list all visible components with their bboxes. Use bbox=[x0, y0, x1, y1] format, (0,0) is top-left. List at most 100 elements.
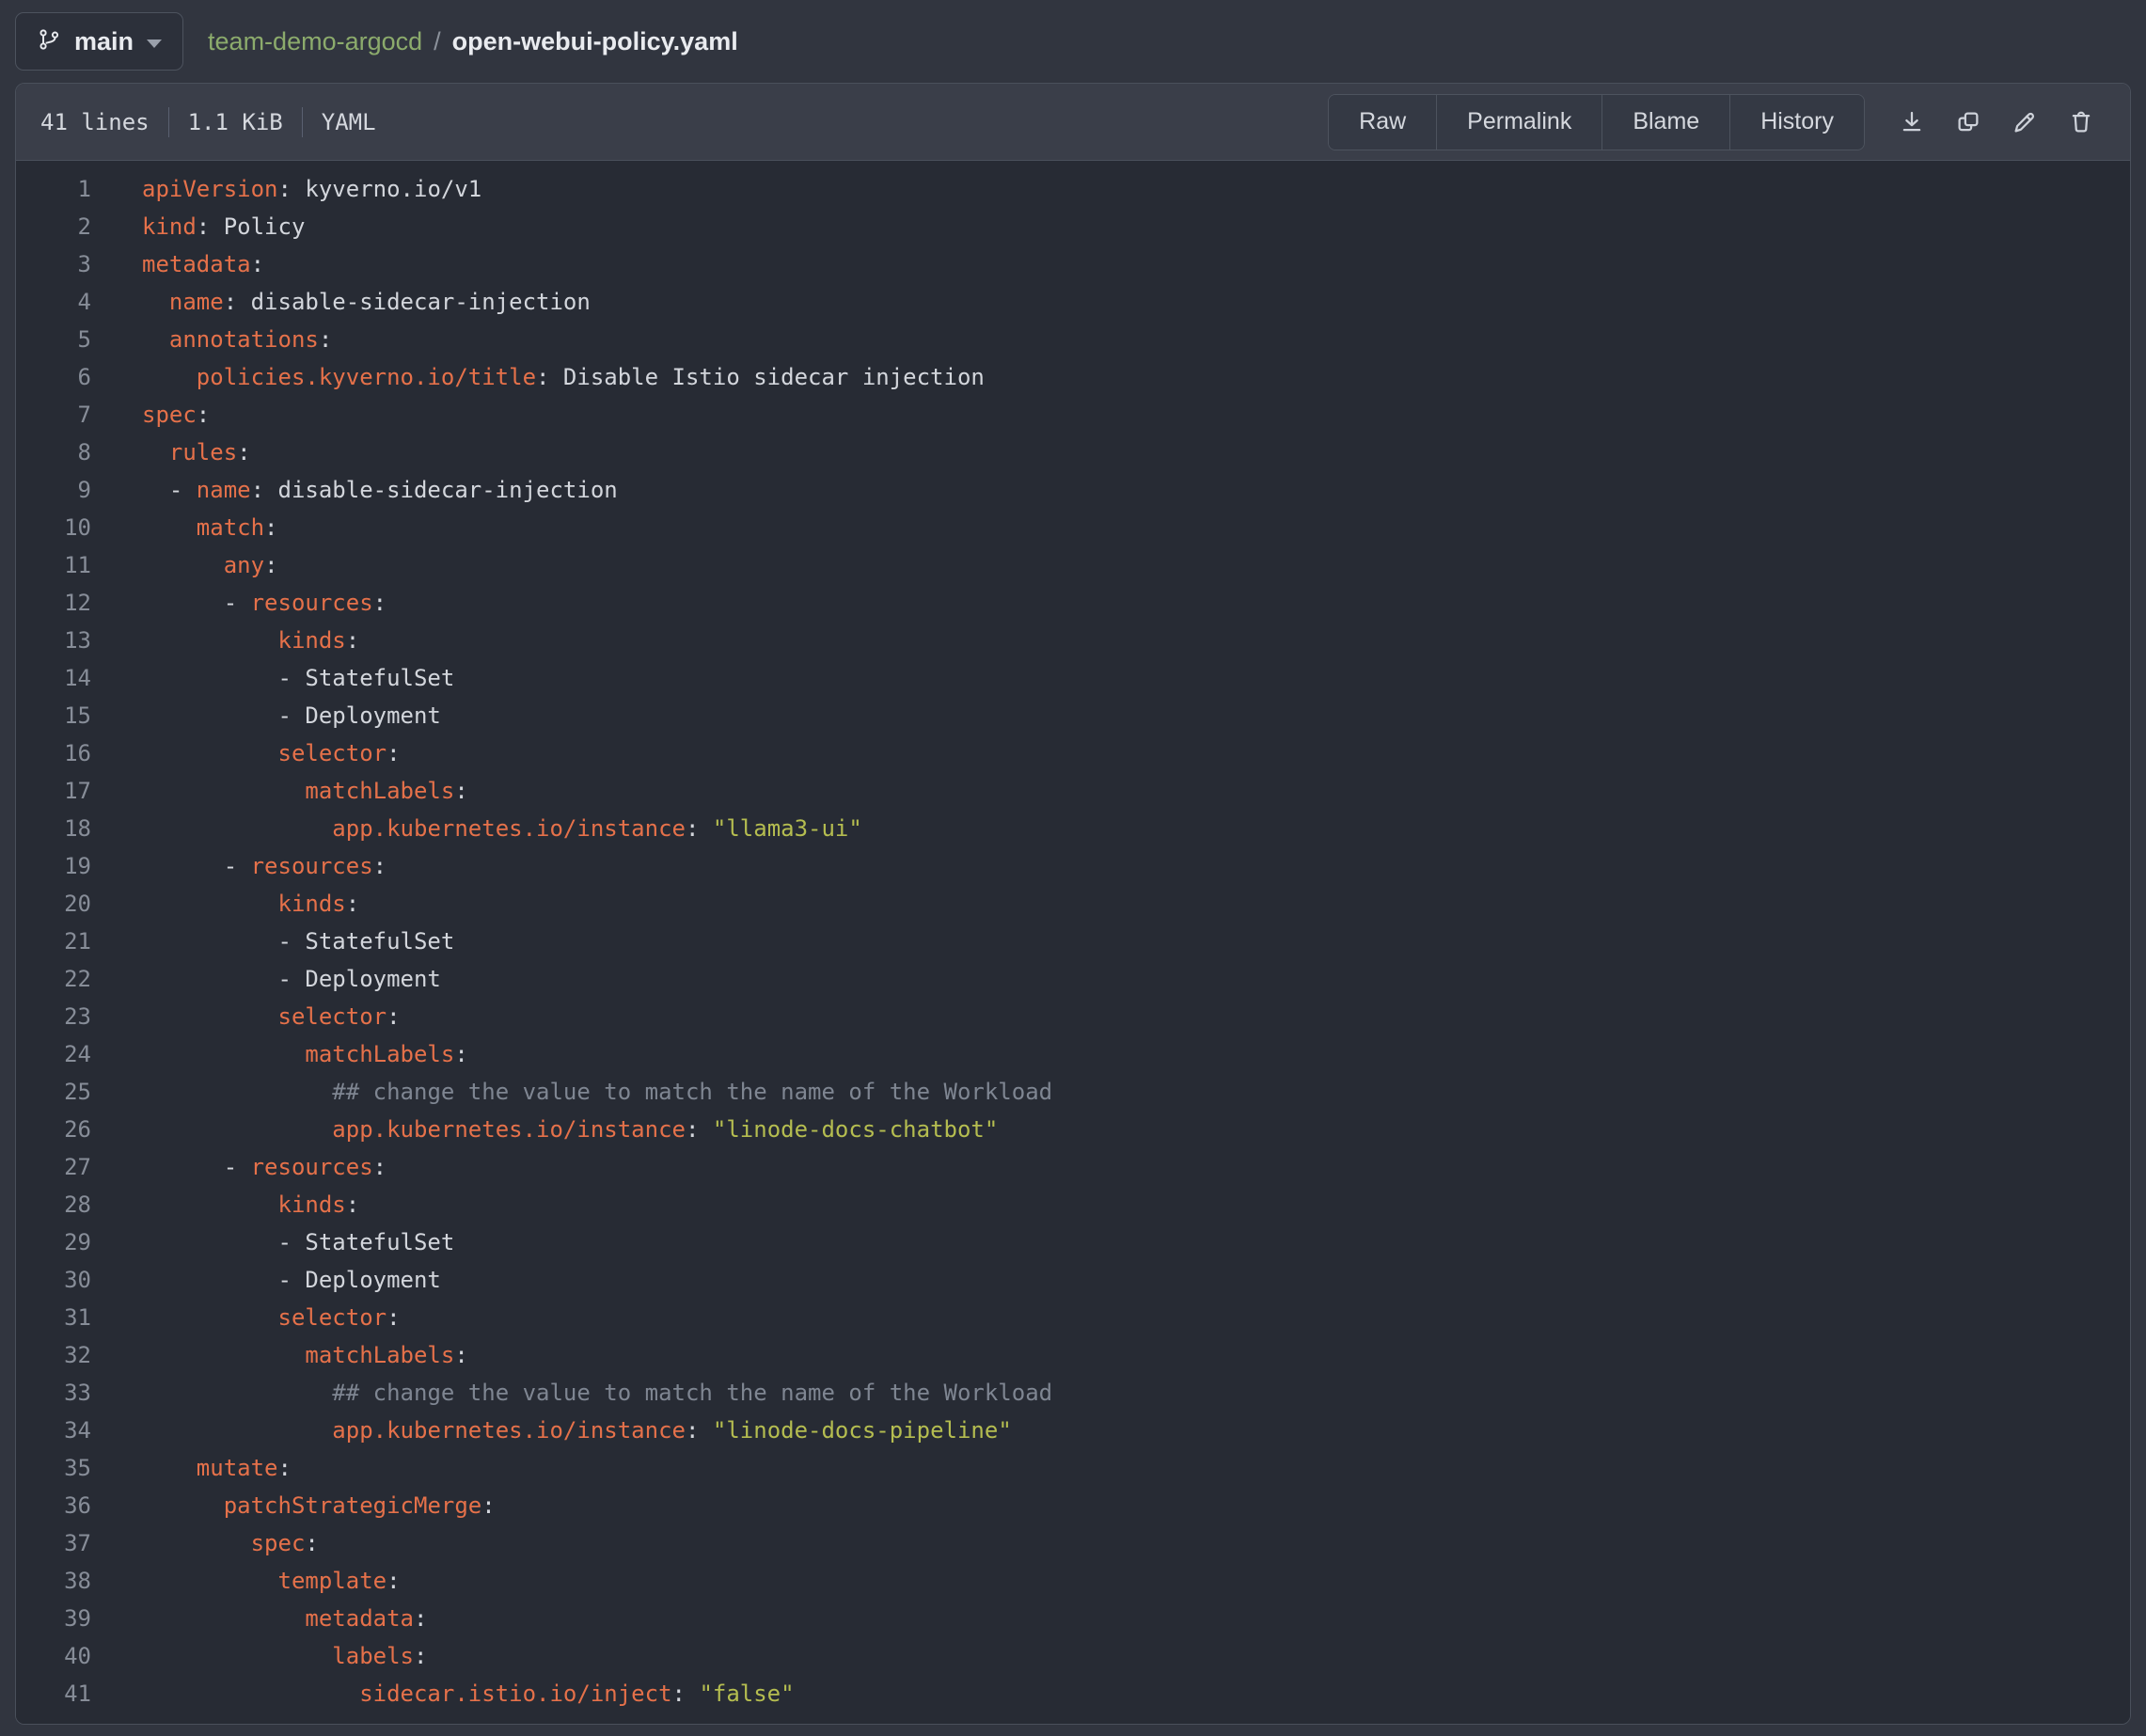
code-line: 11 any: bbox=[16, 546, 2130, 584]
line-number[interactable]: 11 bbox=[16, 546, 91, 584]
line-content: - Deployment bbox=[142, 697, 441, 734]
code-line: 7 spec: bbox=[16, 396, 2130, 434]
line-number[interactable]: 19 bbox=[16, 847, 91, 885]
line-number[interactable]: 18 bbox=[16, 810, 91, 847]
line-number[interactable]: 16 bbox=[16, 734, 91, 772]
line-number[interactable]: 21 bbox=[16, 923, 91, 960]
code-line: 5 annotations: bbox=[16, 321, 2130, 358]
edit-button[interactable] bbox=[2000, 98, 2049, 147]
line-number[interactable]: 30 bbox=[16, 1261, 91, 1299]
line-content: sidecar.istio.io/inject: "false" bbox=[142, 1675, 795, 1712]
breadcrumb-repo-link[interactable]: team-demo-argocd bbox=[208, 27, 422, 56]
line-content: - name: disable-sidecar-injection bbox=[142, 471, 618, 509]
breadcrumb-separator: / bbox=[434, 27, 441, 56]
line-number[interactable]: 40 bbox=[16, 1637, 91, 1675]
line-content: - Deployment bbox=[142, 960, 441, 998]
delete-button[interactable] bbox=[2057, 98, 2106, 147]
code-line: 13 kinds: bbox=[16, 622, 2130, 659]
line-number[interactable]: 33 bbox=[16, 1374, 91, 1412]
code-line: 27 - resources: bbox=[16, 1148, 2130, 1186]
divider bbox=[302, 107, 303, 137]
code-line: 23 selector: bbox=[16, 998, 2130, 1035]
trash-icon bbox=[2067, 108, 2095, 136]
line-number[interactable]: 3 bbox=[16, 245, 91, 283]
file-info: 41 lines 1.1 KiB YAML bbox=[40, 107, 376, 137]
line-number[interactable]: 31 bbox=[16, 1299, 91, 1336]
code-line: 12 - resources: bbox=[16, 584, 2130, 622]
line-number[interactable]: 13 bbox=[16, 622, 91, 659]
code-line: 29 - StatefulSet bbox=[16, 1223, 2130, 1261]
code-line: 15 - Deployment bbox=[16, 697, 2130, 734]
download-icon bbox=[1898, 108, 1926, 136]
line-content: rules: bbox=[142, 434, 251, 471]
copy-button[interactable] bbox=[1944, 98, 1993, 147]
line-number[interactable]: 10 bbox=[16, 509, 91, 546]
line-content: policies.kyverno.io/title: Disable Istio… bbox=[142, 358, 985, 396]
line-number[interactable]: 41 bbox=[16, 1675, 91, 1712]
line-number[interactable]: 26 bbox=[16, 1111, 91, 1148]
code-line: 1apiVersion: kyverno.io/v1 bbox=[16, 170, 2130, 208]
line-number[interactable]: 25 bbox=[16, 1073, 91, 1111]
code-line: 32 matchLabels: bbox=[16, 1336, 2130, 1374]
code-line: 22 - Deployment bbox=[16, 960, 2130, 998]
code-line: 19 - resources: bbox=[16, 847, 2130, 885]
line-number[interactable]: 37 bbox=[16, 1524, 91, 1562]
blame-button[interactable]: Blame bbox=[1602, 95, 1729, 150]
line-number[interactable]: 5 bbox=[16, 321, 91, 358]
line-content: spec: bbox=[142, 396, 210, 434]
line-number[interactable]: 8 bbox=[16, 434, 91, 471]
history-button[interactable]: History bbox=[1729, 95, 1864, 150]
line-number[interactable]: 29 bbox=[16, 1223, 91, 1261]
code-line: 26 app.kubernetes.io/instance: "linode-d… bbox=[16, 1111, 2130, 1148]
line-content: - resources: bbox=[142, 847, 387, 885]
line-number[interactable]: 28 bbox=[16, 1186, 91, 1223]
line-number[interactable]: 22 bbox=[16, 960, 91, 998]
code-line: 4 name: disable-sidecar-injection bbox=[16, 283, 2130, 321]
raw-button[interactable]: Raw bbox=[1329, 95, 1436, 150]
line-number[interactable]: 39 bbox=[16, 1600, 91, 1637]
line-number[interactable]: 24 bbox=[16, 1035, 91, 1073]
line-number[interactable]: 32 bbox=[16, 1336, 91, 1374]
line-content: app.kubernetes.io/instance: "llama3-ui" bbox=[142, 810, 862, 847]
line-number[interactable]: 14 bbox=[16, 659, 91, 697]
line-content: selector: bbox=[142, 998, 401, 1035]
line-number[interactable]: 23 bbox=[16, 998, 91, 1035]
code-line: 21 - StatefulSet bbox=[16, 923, 2130, 960]
line-number[interactable]: 35 bbox=[16, 1449, 91, 1487]
download-button[interactable] bbox=[1887, 98, 1936, 147]
line-number[interactable]: 7 bbox=[16, 396, 91, 434]
line-content: - Deployment bbox=[142, 1261, 441, 1299]
line-content: selector: bbox=[142, 1299, 401, 1336]
line-number[interactable]: 38 bbox=[16, 1562, 91, 1600]
line-content: selector: bbox=[142, 734, 401, 772]
line-number[interactable]: 9 bbox=[16, 471, 91, 509]
line-content: ## change the value to match the name of… bbox=[142, 1073, 1052, 1111]
line-number[interactable]: 6 bbox=[16, 358, 91, 396]
line-number[interactable]: 17 bbox=[16, 772, 91, 810]
permalink-button[interactable]: Permalink bbox=[1436, 95, 1602, 150]
line-content: labels: bbox=[142, 1637, 427, 1675]
line-number[interactable]: 34 bbox=[16, 1412, 91, 1449]
line-number[interactable]: 15 bbox=[16, 697, 91, 734]
line-number[interactable]: 4 bbox=[16, 283, 91, 321]
code-line: 34 app.kubernetes.io/instance: "linode-d… bbox=[16, 1412, 2130, 1449]
code-line: 18 app.kubernetes.io/instance: "llama3-u… bbox=[16, 810, 2130, 847]
line-number[interactable]: 2 bbox=[16, 208, 91, 245]
breadcrumb-file-name: open-webui-policy.yaml bbox=[452, 27, 738, 56]
code-line: 6 policies.kyverno.io/title: Disable Ist… bbox=[16, 358, 2130, 396]
copy-icon bbox=[1954, 108, 1982, 136]
code-line: 33 ## change the value to match the name… bbox=[16, 1374, 2130, 1412]
line-number[interactable]: 36 bbox=[16, 1487, 91, 1524]
branch-selector[interactable]: main bbox=[15, 12, 183, 71]
line-number[interactable]: 1 bbox=[16, 170, 91, 208]
code-line: 3 metadata: bbox=[16, 245, 2130, 283]
line-number[interactable]: 12 bbox=[16, 584, 91, 622]
code-view: 1apiVersion: kyverno.io/v12kind: Policy3… bbox=[16, 161, 2130, 1724]
line-content: patchStrategicMerge: bbox=[142, 1487, 496, 1524]
line-content: metadata: bbox=[142, 245, 264, 283]
line-number[interactable]: 20 bbox=[16, 885, 91, 923]
line-content: annotations: bbox=[142, 321, 332, 358]
line-content: template: bbox=[142, 1562, 401, 1600]
line-number[interactable]: 27 bbox=[16, 1148, 91, 1186]
code-line: 30 - Deployment bbox=[16, 1261, 2130, 1299]
